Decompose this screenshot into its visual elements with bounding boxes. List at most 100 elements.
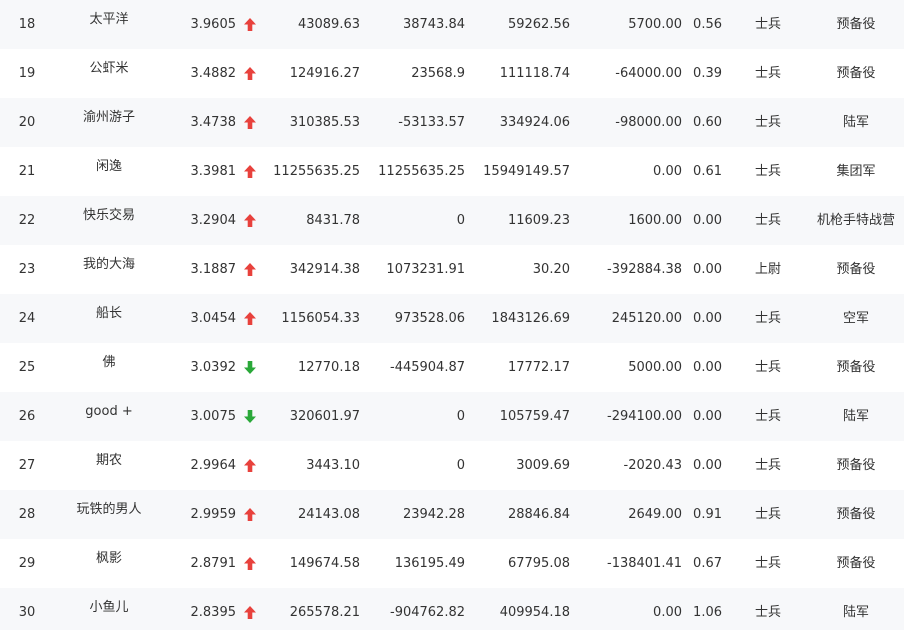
deposit-withdraw-value: 245120.00 (611, 311, 682, 326)
score-value: 2.9959 (190, 507, 237, 522)
trader-name-link[interactable]: 小鱼儿 (54, 588, 164, 630)
army-group-label: 预备役 (836, 507, 876, 522)
trader-name-link[interactable]: 枫影 (54, 539, 164, 588)
rank-number: 20 (18, 115, 36, 130)
ranking-table: 18 太平洋 3.9605 43089.63 38743.84 59262.56… (0, 0, 904, 630)
trend-arrow-icon (240, 588, 260, 630)
military-rank-label: 士兵 (754, 213, 781, 228)
rank-number: 19 (18, 66, 36, 81)
table-row[interactable]: 18 太平洋 3.9605 43089.63 38743.84 59262.56… (0, 0, 904, 49)
deposit-withdraw-value: 0.00 (653, 605, 682, 620)
army-group-label: 陆军 (842, 605, 869, 620)
ratio-value: 0.00 (693, 311, 722, 326)
deposit-withdraw-value: 2649.00 (628, 507, 682, 522)
arrow-up-icon (244, 508, 256, 521)
deposit-withdraw-value: 5700.00 (628, 17, 682, 32)
trend-arrow-icon (240, 441, 260, 490)
trend-arrow-icon (240, 294, 260, 343)
table-row[interactable]: 22 快乐交易 3.2904 8431.78 0 11609.23 1600.0… (0, 196, 904, 245)
balance-value: 15949149.57 (483, 164, 570, 179)
equity-value: 265578.21 (289, 605, 360, 620)
army-group-label: 陆军 (842, 115, 869, 130)
army-group-label: 集团军 (836, 164, 876, 179)
arrow-up-icon (244, 459, 256, 472)
arrow-up-icon (244, 18, 256, 31)
score-value: 3.3981 (190, 164, 237, 179)
equity-value: 12770.18 (297, 360, 360, 375)
military-rank-label: 上尉 (754, 262, 781, 277)
trader-name-link[interactable]: 玩铁的男人 (54, 490, 164, 539)
balance-value: 111118.74 (499, 66, 570, 81)
trader-name-link[interactable]: 我的大海 (54, 245, 164, 294)
score-value: 3.4882 (190, 66, 237, 81)
trader-name-link[interactable]: 太平洋 (54, 0, 164, 49)
arrow-up-icon (244, 214, 256, 227)
profit-value: 0 (456, 213, 465, 228)
trader-name-link[interactable]: good + (54, 392, 164, 441)
score-value: 3.0392 (190, 360, 237, 375)
table-row[interactable]: 30 小鱼儿 2.8395 265578.21 -904762.82 40995… (0, 588, 904, 630)
deposit-withdraw-value: 0.00 (653, 164, 682, 179)
trader-name-link[interactable]: 快乐交易 (54, 196, 164, 245)
army-group-label: 陆军 (842, 409, 869, 424)
army-group-label: 预备役 (836, 17, 876, 32)
military-rank-label: 士兵 (754, 409, 781, 424)
table-row[interactable]: 27 期农 2.9964 3443.10 0 3009.69 -2020.43 … (0, 441, 904, 490)
table-row[interactable]: 26 good + 3.0075 320601.97 0 105759.47 -… (0, 392, 904, 441)
score-value: 3.2904 (190, 213, 237, 228)
trend-arrow-icon (240, 49, 260, 98)
arrow-up-icon (244, 165, 256, 178)
table-row[interactable]: 24 船长 3.0454 1156054.33 973528.06 184312… (0, 294, 904, 343)
trend-arrow-icon (240, 539, 260, 588)
ratio-value: 0.67 (693, 556, 722, 571)
trader-name-link[interactable]: 船长 (54, 294, 164, 343)
deposit-withdraw-value: 5000.00 (628, 360, 682, 375)
score-value: 3.0454 (190, 311, 237, 326)
deposit-withdraw-value: -392884.38 (607, 262, 682, 277)
trend-arrow-icon (240, 196, 260, 245)
table-row[interactable]: 21 闲逸 3.3981 11255635.25 11255635.25 159… (0, 147, 904, 196)
table-row[interactable]: 25 佛 3.0392 12770.18 -445904.87 17772.17… (0, 343, 904, 392)
score-value: 3.0075 (190, 409, 237, 424)
profit-value: -445904.87 (390, 360, 465, 375)
trend-arrow-icon (240, 98, 260, 147)
arrow-up-icon (244, 312, 256, 325)
table-row[interactable]: 23 我的大海 3.1887 342914.38 1073231.91 30.2… (0, 245, 904, 294)
trader-name-link[interactable]: 闲逸 (54, 147, 164, 196)
ratio-value: 0.56 (693, 17, 722, 32)
ratio-value: 1.06 (693, 605, 722, 620)
table-row[interactable]: 19 公虾米 3.4882 124916.27 23568.9 111118.7… (0, 49, 904, 98)
arrow-down-icon (244, 410, 256, 423)
military-rank-label: 士兵 (754, 164, 781, 179)
deposit-withdraw-value: -294100.00 (607, 409, 682, 424)
rank-number: 22 (18, 213, 36, 228)
military-rank-label: 士兵 (754, 17, 781, 32)
table-row[interactable]: 29 枫影 2.8791 149674.58 136195.49 67795.0… (0, 539, 904, 588)
profit-value: 23942.28 (402, 507, 465, 522)
army-group-label: 预备役 (836, 66, 876, 81)
profit-value: 1073231.91 (386, 262, 465, 277)
trader-name-link[interactable]: 佛 (54, 343, 164, 392)
rank-number: 27 (18, 458, 36, 473)
trader-name-link[interactable]: 渝州游子 (54, 98, 164, 147)
arrow-down-icon (244, 361, 256, 374)
rank-number: 26 (18, 409, 36, 424)
trader-name-link[interactable]: 公虾米 (54, 49, 164, 98)
balance-value: 409954.18 (499, 605, 570, 620)
table-row[interactable]: 28 玩铁的男人 2.9959 24143.08 23942.28 28846.… (0, 490, 904, 539)
equity-value: 124916.27 (289, 66, 360, 81)
trader-name-link[interactable]: 期农 (54, 441, 164, 490)
trend-arrow-icon (240, 0, 260, 49)
arrow-up-icon (244, 263, 256, 276)
military-rank-label: 士兵 (754, 605, 781, 620)
trend-arrow-icon (240, 392, 260, 441)
military-rank-label: 士兵 (754, 556, 781, 571)
military-rank-label: 士兵 (754, 360, 781, 375)
balance-value: 67795.08 (507, 556, 570, 571)
table-row[interactable]: 20 渝州游子 3.4738 310385.53 -53133.57 33492… (0, 98, 904, 147)
rank-number: 25 (18, 360, 36, 375)
rank-number: 24 (18, 311, 36, 326)
ratio-value: 0.39 (693, 66, 722, 81)
military-rank-label: 士兵 (754, 115, 781, 130)
equity-value: 1156054.33 (281, 311, 360, 326)
